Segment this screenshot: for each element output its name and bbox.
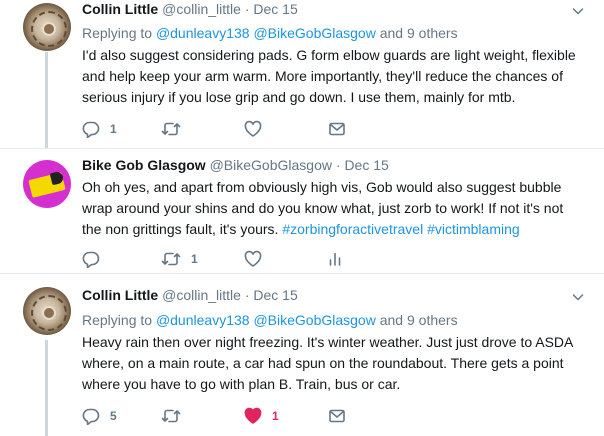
tweet-date[interactable]: Dec 15 [253,1,297,17]
tweet-date[interactable]: Dec 15 [344,157,388,173]
user-handle[interactable]: @collin_little [162,287,241,303]
tweet-text-line: serious injury if you lose grip and go d… [82,89,516,105]
reply-icon [82,408,100,425]
tweet-actions: 5 1 [82,406,502,426]
direct-message-button[interactable] [328,119,346,139]
mention-link[interactable]: @BikeGobGlasgow [253,25,375,41]
separator-dot: · [244,1,250,17]
chevron-down-icon[interactable] [572,5,584,17]
tweet-text-line: Oh oh yes, and apart from obviously high… [82,179,562,195]
tweet-text-line: and help keep your arm warm. More import… [82,68,563,84]
retweet-icon [161,252,181,266]
user-handle[interactable]: @BikeGobGlasgow [210,157,332,173]
message-icon [329,409,345,423]
tweet-text: Heavy rain then over night freezing. It'… [82,332,582,395]
tweet-date[interactable]: Dec 15 [253,287,297,303]
like-count: 1 [272,409,279,423]
analytics-button[interactable] [326,249,344,269]
display-name[interactable]: Bike Gob Glasgow [82,157,206,173]
display-name[interactable]: Collin Little [82,1,158,17]
like-button[interactable]: 1 [244,406,279,426]
replying-others[interactable]: and 9 others [380,25,458,41]
tweet-header: Collin Little @collin_little · Dec 15 [82,286,298,304]
tweet-text-line: I'd also suggest considering pads. G for… [82,47,576,63]
tweet[interactable]: Collin Little @collin_little · Dec 15 Re… [0,0,604,148]
retweet-count: 1 [191,252,198,266]
tweet-actions: 1 [82,119,502,139]
like-icon [244,250,262,267]
mention-link[interactable]: @BikeGobGlasgow [253,312,375,328]
replying-others[interactable]: and 9 others [380,312,458,328]
separator-dot: · [335,157,341,173]
like-icon [244,120,262,137]
tweet-text-line: wrap around your shins and do you know w… [82,200,564,216]
display-name[interactable]: Collin Little [82,287,158,303]
hashtag-link[interactable]: #victimblaming [427,221,520,237]
replying-label: Replying to [82,25,153,41]
hashtag-link[interactable]: #zorbingforactivetravel [282,221,423,237]
avatar[interactable] [23,160,71,208]
like-button[interactable] [244,119,272,139]
tweet-header: Bike Gob Glasgow @BikeGobGlasgow · Dec 1… [82,156,389,174]
reply-button[interactable] [82,249,110,269]
tweet-actions: 1 [82,249,502,269]
reply-icon [82,121,100,138]
tweet-text: Oh oh yes, and apart from obviously high… [82,177,582,240]
like-icon [244,407,262,424]
tweet-text: I'd also suggest considering pads. G for… [82,45,582,108]
retweet-icon [161,122,181,136]
chevron-down-icon[interactable] [572,291,584,303]
reply-button[interactable]: 5 [82,406,117,426]
tweet-header: Collin Little @collin_little · Dec 15 [82,0,298,18]
tweet[interactable]: Bike Gob Glasgow @BikeGobGlasgow · Dec 1… [0,148,604,274]
tweet-text-line: Heavy rain then over night freezing. It'… [82,334,574,350]
retweet-button[interactable]: 1 [161,249,198,269]
direct-message-button[interactable] [328,406,346,426]
analytics-icon [329,252,341,266]
separator-dot: · [244,287,250,303]
retweet-icon [161,409,181,423]
user-handle[interactable]: @collin_little [162,1,241,17]
replying-label: Replying to [82,312,153,328]
reply-count: 5 [110,409,117,423]
thread-line [45,52,48,148]
reply-count: 1 [110,122,117,136]
tweet-text-fragment: the non grittings fault, it's yours. [82,221,279,237]
message-icon [329,122,345,136]
replying-to: Replying to @dunleavy138 @BikeGobGlasgow… [82,311,458,329]
mention-link[interactable]: @dunleavy138 [156,25,250,41]
reply-button[interactable]: 1 [82,119,117,139]
tweet-text-line: where you have to go with plan B. Train,… [82,376,401,392]
avatar[interactable] [23,287,71,335]
replying-to: Replying to @dunleavy138 @BikeGobGlasgow… [82,24,458,42]
retweet-button[interactable] [161,119,191,139]
tweet[interactable]: Collin Little @collin_little · Dec 15 Re… [0,274,604,436]
retweet-button[interactable] [161,406,191,426]
thread-line [45,340,48,436]
tweet-text-line: the non grittings fault, it's yours. #zo… [82,219,582,240]
like-button[interactable] [244,249,272,269]
tweet-text-line: where, on a main route, a car had spun o… [82,355,564,371]
reply-icon [82,251,100,268]
mention-link[interactable]: @dunleavy138 [156,312,250,328]
avatar[interactable] [23,3,71,51]
